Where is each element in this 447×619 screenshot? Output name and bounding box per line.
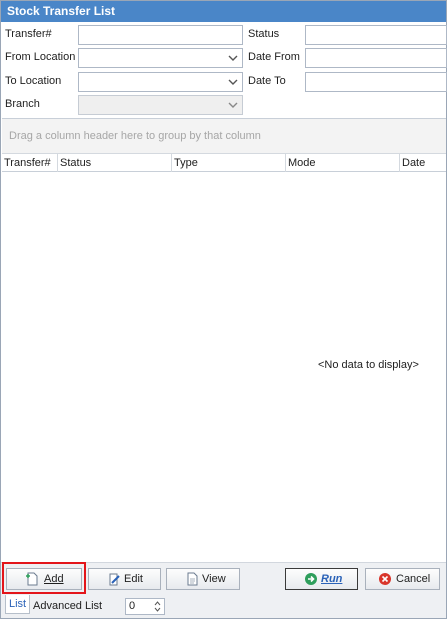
group-by-panel[interactable]: Drag a column header here to group by th… — [2, 119, 446, 153]
tab-list[interactable]: List — [5, 595, 31, 614]
bottom-tab-strip: List Advanced List 0 — [1, 595, 446, 618]
status-input[interactable] — [305, 25, 447, 45]
column-header-status[interactable]: Status — [57, 154, 171, 172]
tab-advanced-list[interactable]: Advanced List — [30, 597, 105, 615]
edit-button-label: Edit — [124, 573, 143, 585]
from-location-label: From Location — [5, 51, 76, 63]
column-header-type[interactable]: Type — [171, 154, 285, 172]
from-location-combo[interactable] — [78, 48, 243, 68]
window-title: Stock Transfer List — [1, 1, 446, 22]
stock-transfer-window: Stock Transfer List Transfer# From Locat… — [0, 0, 447, 619]
date-to-label: Date To — [248, 75, 286, 87]
view-button[interactable]: View — [166, 568, 240, 590]
cancel-button[interactable]: Cancel — [365, 568, 440, 590]
branch-combo — [78, 95, 243, 115]
up-down-arrows-icon[interactable] — [154, 600, 161, 613]
edit-icon — [109, 573, 120, 586]
date-from-input[interactable] — [305, 48, 447, 68]
column-header-mode[interactable]: Mode — [285, 154, 399, 172]
branch-label: Branch — [5, 98, 40, 110]
grid-header: Transfer# Status Type Mode Date — [2, 153, 446, 172]
empty-grid-message: <No data to display> — [318, 359, 419, 371]
view-button-label: View — [202, 573, 226, 585]
date-from-label: Date From — [248, 51, 300, 63]
status-label: Status — [248, 28, 280, 40]
run-arrow-icon — [305, 573, 317, 585]
run-button[interactable]: Run — [285, 568, 358, 590]
button-bar: Add Edit View Run Cancel — [1, 562, 446, 596]
run-button-label: Run — [321, 573, 343, 585]
column-header-transfer-no[interactable]: Transfer# — [2, 154, 57, 172]
cancel-button-label: Cancel — [396, 573, 431, 585]
chevron-down-icon — [228, 102, 238, 108]
transfer-no-label: Transfer# — [5, 28, 52, 40]
add-button[interactable]: Add — [6, 568, 82, 590]
row-count-spinner[interactable]: 0 — [125, 598, 165, 615]
spinner-value: 0 — [129, 600, 136, 612]
transfer-no-input[interactable] — [78, 25, 243, 45]
to-location-label: To Location — [5, 75, 62, 87]
add-button-label: Add — [44, 573, 64, 585]
view-document-icon — [187, 572, 198, 586]
column-header-date[interactable]: Date — [399, 154, 446, 172]
chevron-down-icon[interactable] — [228, 76, 238, 88]
date-to-input[interactable] — [305, 72, 447, 92]
to-location-combo[interactable] — [78, 72, 243, 92]
edit-button[interactable]: Edit — [88, 568, 161, 590]
chevron-down-icon[interactable] — [228, 52, 238, 64]
add-document-icon — [26, 572, 38, 586]
transfer-grid[interactable]: Drag a column header here to group by th… — [2, 118, 446, 562]
cancel-icon — [379, 573, 391, 585]
